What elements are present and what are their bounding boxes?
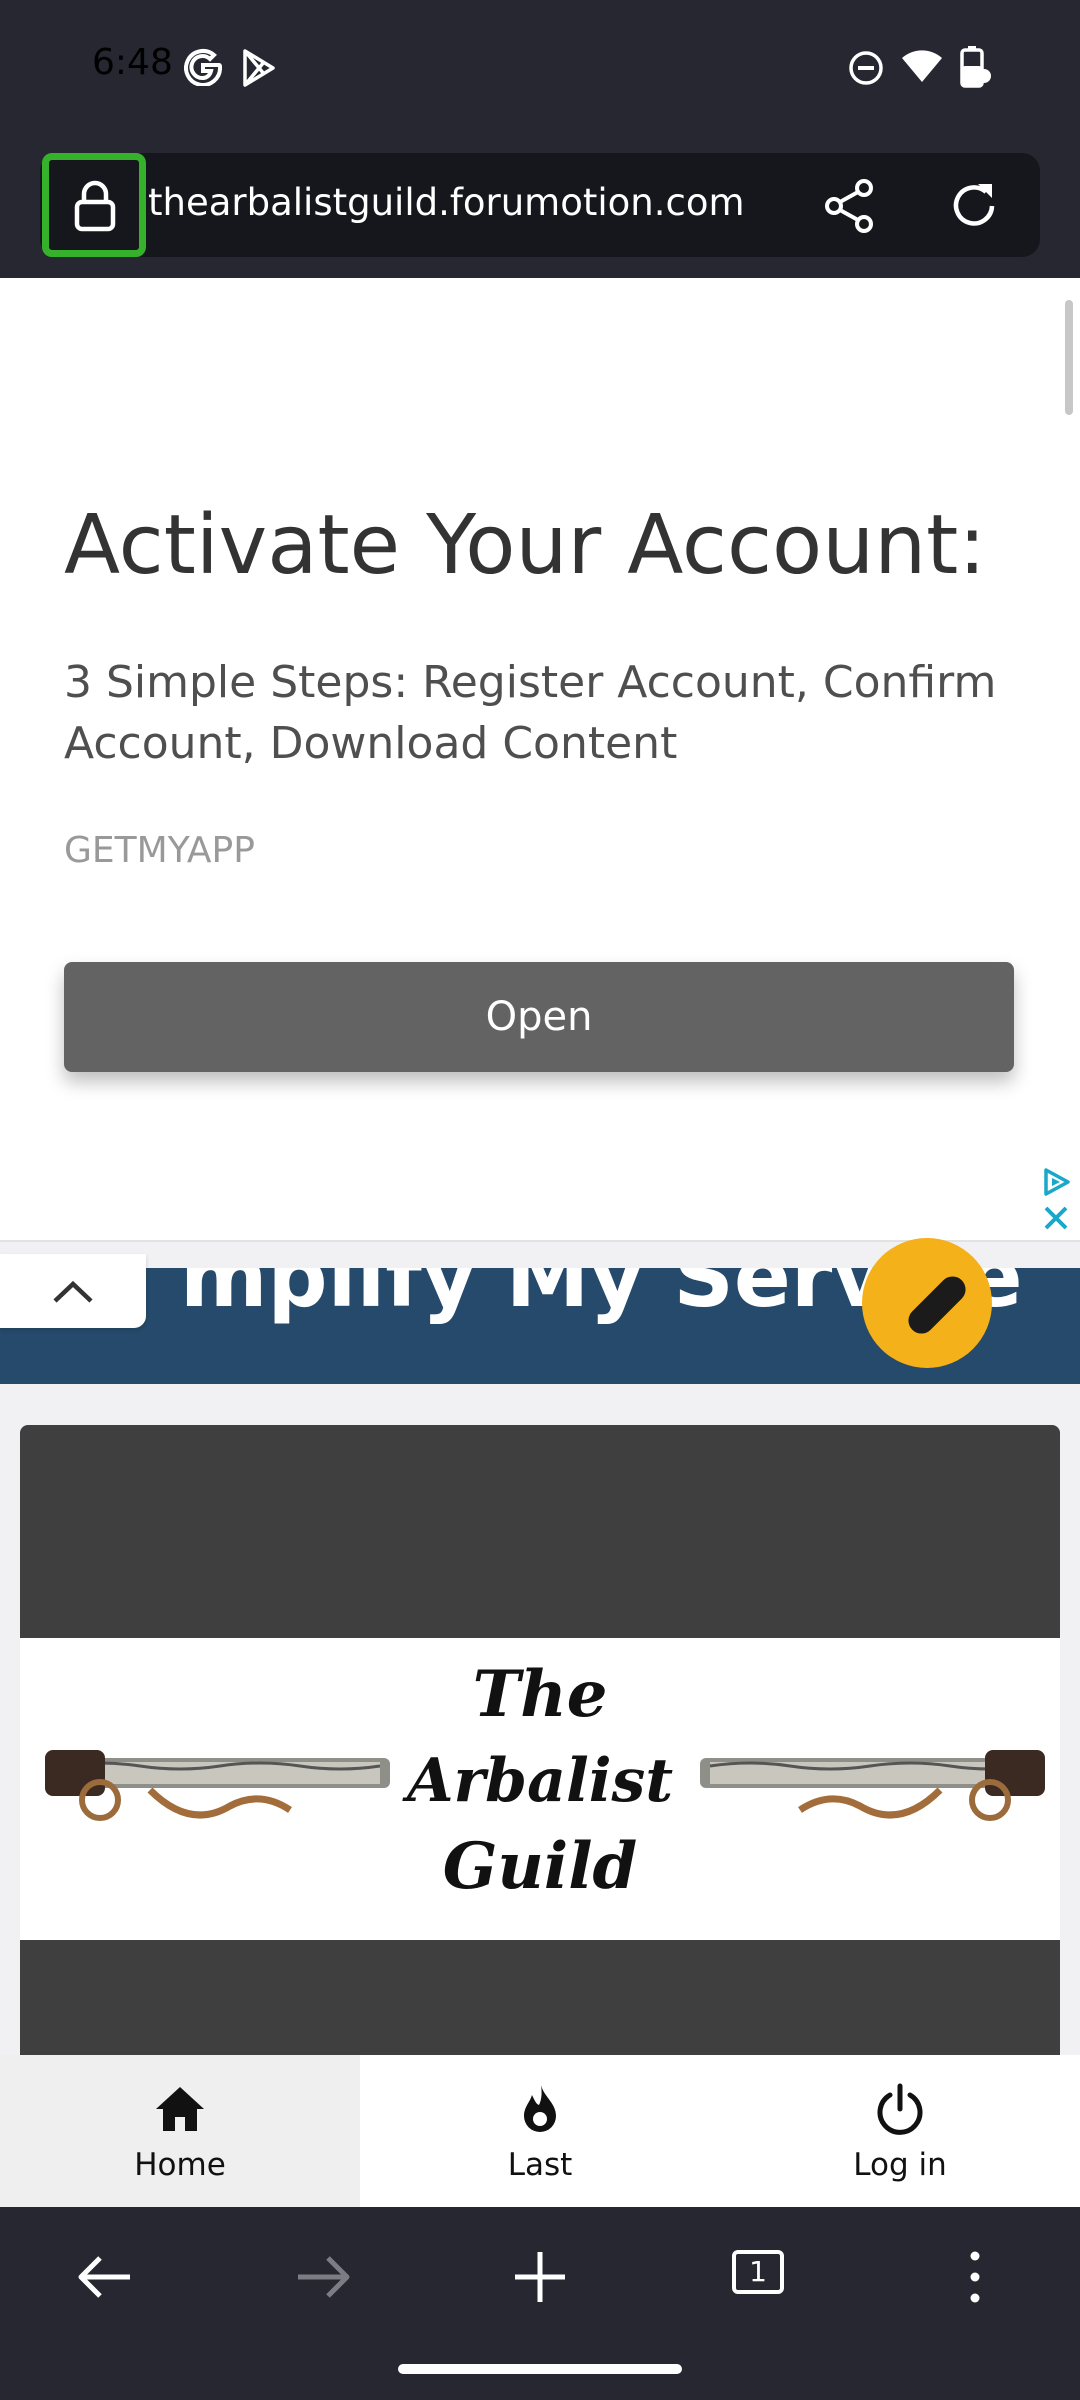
share-icon[interactable]: [822, 178, 878, 234]
nav-last-label: Last: [507, 2147, 573, 2183]
nav-home[interactable]: Home: [0, 2055, 360, 2207]
reload-icon[interactable]: [946, 178, 1002, 234]
new-tab-icon[interactable]: [505, 2242, 575, 2312]
power-icon: [877, 2083, 923, 2135]
ad-scrollbar[interactable]: [1065, 300, 1073, 415]
battery-icon: [960, 46, 991, 88]
ad-close-icon[interactable]: [1040, 1202, 1072, 1234]
tab-switcher-button[interactable]: 1: [732, 2250, 784, 2294]
guild-logo: The Arbalist Guild: [400, 1652, 680, 1932]
home-icon: [156, 2087, 204, 2131]
forum-bottom-nav: Home Last Log in: [0, 2055, 1080, 2207]
forward-arrow-icon[interactable]: [288, 2242, 358, 2312]
google-icon: [184, 49, 222, 86]
home-indicator[interactable]: [398, 2364, 682, 2374]
logo-word: Guild: [442, 1829, 638, 1904]
more-menu-icon[interactable]: [940, 2242, 1010, 2312]
logo-word: The: [472, 1657, 608, 1732]
lock-icon: [74, 180, 116, 232]
play-store-icon: [243, 49, 275, 87]
nav-login[interactable]: Log in: [720, 2055, 1080, 2207]
wifi-icon: [902, 50, 942, 82]
nav-last[interactable]: Last: [360, 2055, 720, 2207]
ad-advertiser[interactable]: GETMYAPP: [64, 830, 255, 871]
ad-choices-icon[interactable]: [1040, 1166, 1072, 1198]
crossbow-right-image: [700, 1750, 1045, 1821]
crossbow-left-image: [45, 1750, 390, 1821]
lock-button[interactable]: [42, 153, 146, 257]
back-arrow-icon[interactable]: [70, 2242, 140, 2312]
ad-body[interactable]: 3 Simple Steps: Register Account, Confir…: [64, 652, 1014, 774]
nav-home-label: Home: [134, 2147, 226, 2183]
chevron-up-icon: [53, 1280, 93, 1303]
logo-word: Arbalist: [406, 1746, 674, 1816]
collapse-banner-button[interactable]: [0, 1254, 146, 1328]
nav-login-label: Log in: [853, 2147, 947, 2183]
url-text[interactable]: thearbalistguild.forumotion.com: [148, 181, 745, 224]
ad-open-button[interactable]: Open: [64, 962, 1014, 1072]
ad-headline[interactable]: Activate Your Account:: [64, 498, 986, 593]
do-not-disturb-icon: [849, 51, 883, 85]
flame-icon: [524, 2085, 556, 2132]
status-time: 6:48: [92, 42, 173, 83]
